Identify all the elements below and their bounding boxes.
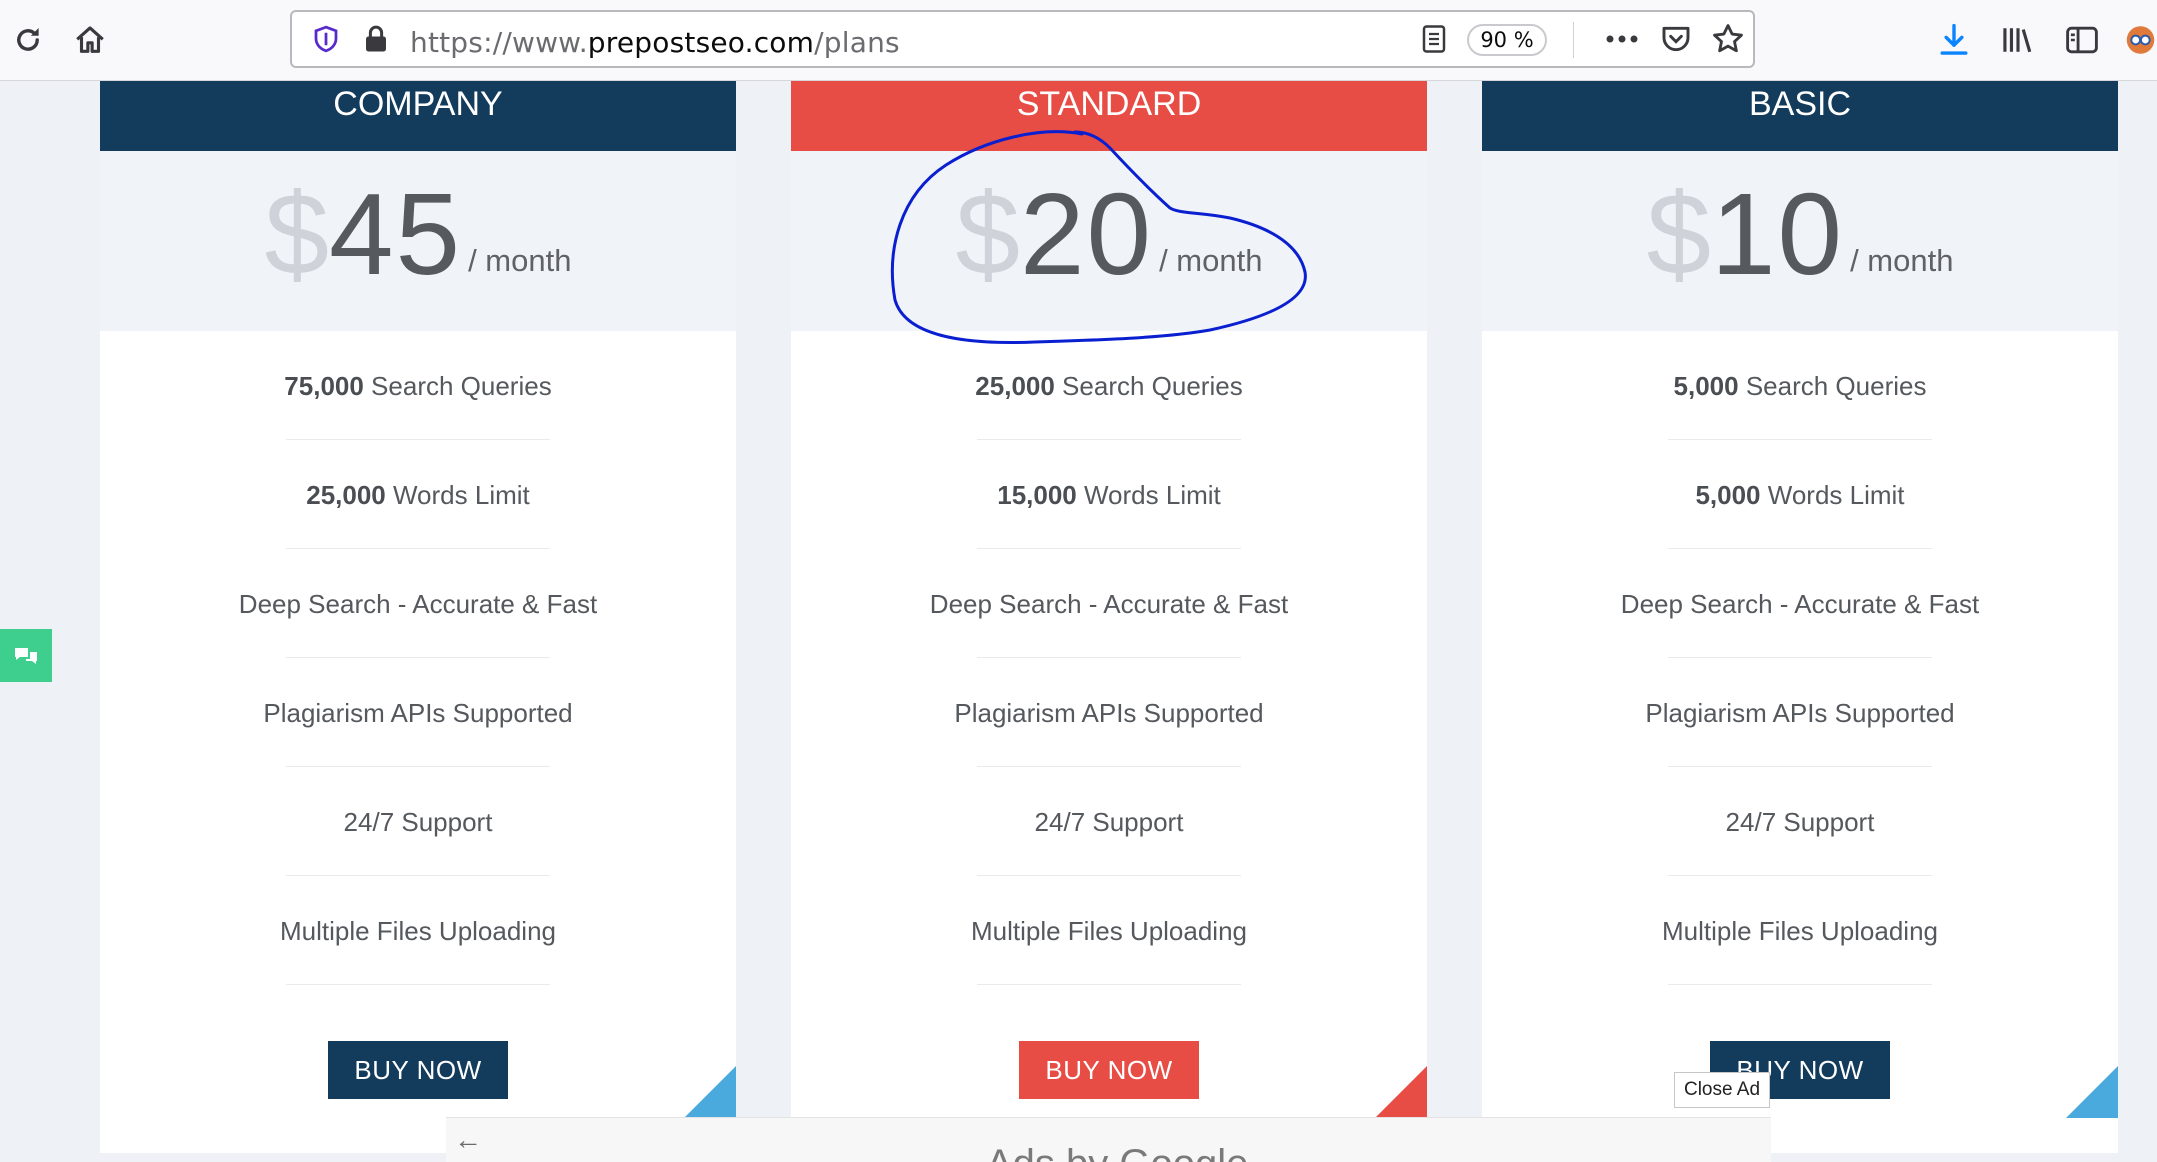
freehand-circle-annotation [891, 130, 1307, 344]
close-ad-button[interactable]: Close Ad [1674, 1072, 1770, 1108]
